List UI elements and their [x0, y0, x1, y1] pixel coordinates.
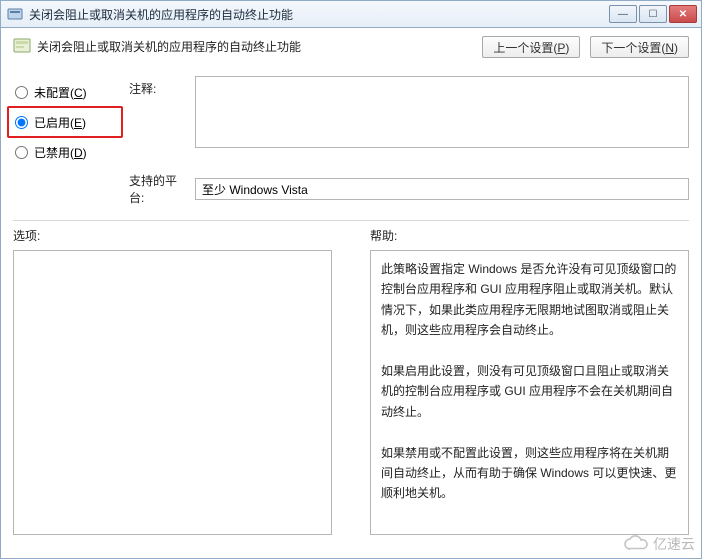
options-section: 选项:	[13, 227, 332, 547]
close-button[interactable]: ✕	[669, 5, 697, 23]
comment-label: 注释:	[129, 70, 189, 97]
radio-disabled[interactable]: 已禁用(D)	[13, 138, 123, 166]
radio-group: 未配置(C) 已启用(E) 已禁用(D)	[13, 70, 123, 166]
help-textbox[interactable]: 此策略设置指定 Windows 是否允许没有可见顶级窗口的控制台应用程序和 GU…	[370, 250, 689, 535]
previous-setting-button[interactable]: 上一个设置(P)	[482, 36, 580, 58]
next-setting-button[interactable]: 下一个设置(N)	[590, 36, 689, 58]
comment-textarea[interactable]	[195, 76, 689, 148]
window-controls: — ☐ ✕	[609, 5, 697, 23]
radio-not-configured[interactable]: 未配置(C)	[13, 78, 123, 106]
app-icon	[7, 6, 23, 22]
minimize-button[interactable]: —	[609, 5, 637, 23]
options-box[interactable]	[13, 250, 332, 535]
radio-disabled-input[interactable]	[15, 146, 28, 159]
content-area: 关闭会阻止或取消关机的应用程序的自动终止功能 上一个设置(P) 下一个设置(N)…	[0, 28, 702, 559]
policy-title: 关闭会阻止或取消关机的应用程序的自动终止功能	[37, 36, 482, 55]
radio-enabled-highlight: 已启用(E)	[7, 106, 123, 138]
maximize-button[interactable]: ☐	[639, 5, 667, 23]
window-title: 关闭会阻止或取消关机的应用程序的自动终止功能	[29, 6, 609, 23]
radio-not-configured-input[interactable]	[15, 86, 28, 99]
policy-icon	[13, 37, 31, 55]
radio-enabled[interactable]: 已启用(E)	[13, 108, 117, 136]
help-section: 帮助: 此策略设置指定 Windows 是否允许没有可见顶级窗口的控制台应用程序…	[370, 227, 689, 547]
radio-enabled-input[interactable]	[15, 116, 28, 129]
help-label: 帮助:	[370, 227, 689, 244]
titlebar: 关闭会阻止或取消关机的应用程序的自动终止功能 — ☐ ✕	[0, 0, 702, 28]
options-label: 选项:	[13, 227, 332, 244]
divider	[13, 220, 689, 221]
platform-field	[195, 178, 689, 200]
platform-label: 支持的平台:	[129, 172, 189, 206]
